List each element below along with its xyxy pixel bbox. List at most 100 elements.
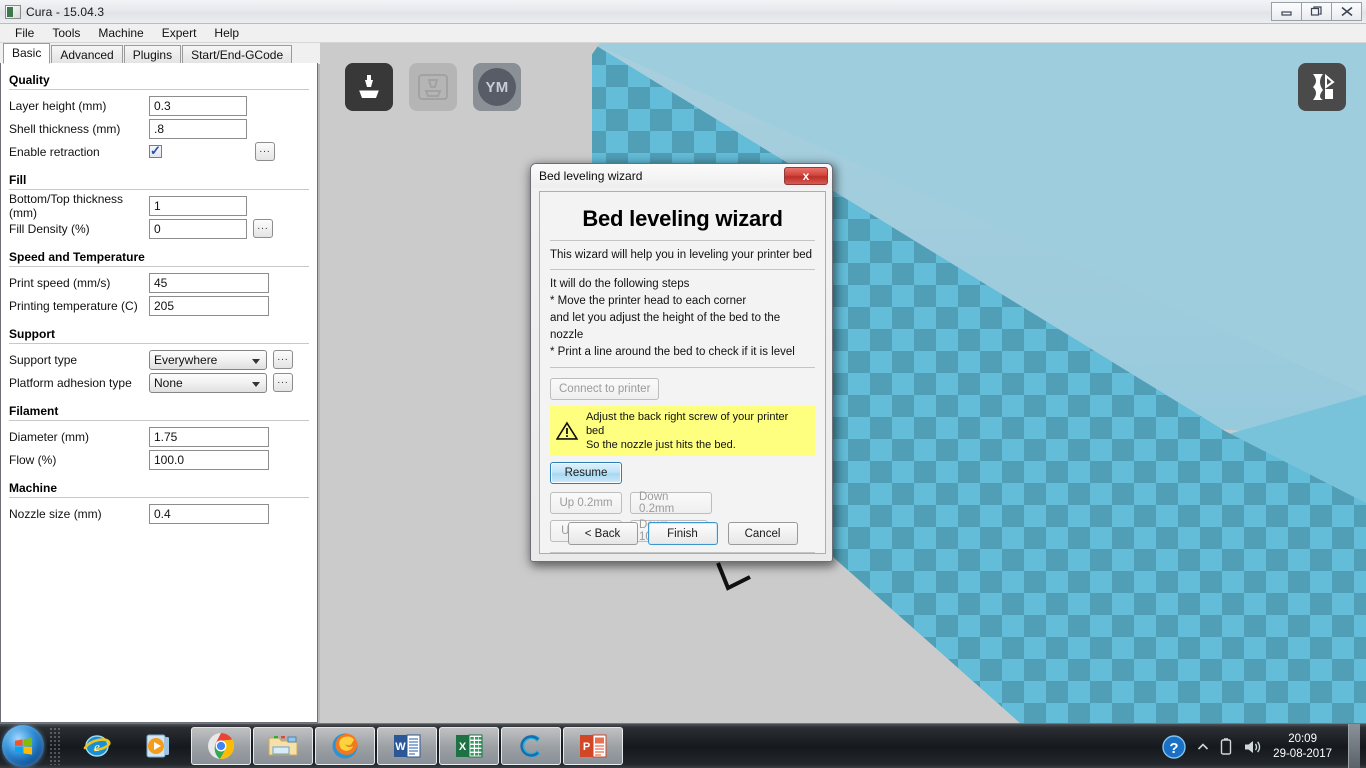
setting-input[interactable]: .8 bbox=[149, 118, 247, 139]
setting-input[interactable]: 1.75 bbox=[149, 426, 269, 447]
setting-label: Layer height (mm) bbox=[9, 98, 107, 113]
menu-expert[interactable]: Expert bbox=[153, 25, 206, 41]
setting-label: Platform adhesion type bbox=[9, 375, 132, 390]
clock[interactable]: 20:09 29-08-2017 bbox=[1273, 732, 1332, 762]
setting-row: Layer height (mm) 0.3 bbox=[9, 94, 309, 117]
svg-text:X: X bbox=[459, 741, 467, 753]
setting-input[interactable]: 45 bbox=[149, 272, 269, 293]
setting-input[interactable]: 100.0 bbox=[149, 449, 269, 470]
divider bbox=[550, 552, 815, 553]
dialog-heading: Bed leveling wizard bbox=[582, 206, 783, 231]
load-model-button[interactable] bbox=[345, 63, 393, 111]
clock-time: 20:09 bbox=[1288, 732, 1317, 745]
internet-explorer-icon: e bbox=[83, 735, 111, 757]
taskbar-mozilla-firefox[interactable] bbox=[315, 727, 375, 765]
setting-label: Shell thickness (mm) bbox=[9, 121, 121, 136]
minimize-button[interactable] bbox=[1271, 2, 1302, 21]
setting-row: Diameter (mm) 1.75 bbox=[9, 425, 309, 448]
dialog-intro: This wizard will help you in leveling yo… bbox=[550, 249, 813, 261]
svg-text:W: W bbox=[395, 741, 406, 753]
finish-button[interactable]: Finish bbox=[647, 522, 718, 545]
clock-date: 29-08-2017 bbox=[1273, 747, 1332, 760]
tab-start-end-gcode[interactable]: Start/End-GCode bbox=[182, 45, 293, 64]
settings-panel: Quality Layer height (mm) 0.3 Shell thickne… bbox=[0, 63, 318, 723]
menu-machine[interactable]: Machine bbox=[89, 25, 152, 41]
volume-icon[interactable] bbox=[1243, 738, 1263, 756]
youmagine-label: YM bbox=[478, 68, 516, 106]
setting-more-button[interactable]: ... bbox=[253, 219, 273, 238]
setting-input[interactable]: 0.3 bbox=[149, 95, 247, 116]
youmagine-button[interactable]: YM bbox=[473, 63, 521, 111]
desktop: Cura - 15.04.3 File Tools Machine Expert… bbox=[0, 0, 1366, 768]
setting-label: Enable retraction bbox=[9, 144, 100, 159]
window-title: Cura - 15.04.3 bbox=[26, 4, 105, 19]
3d-viewport[interactable]: YM bbox=[320, 43, 1366, 723]
battery-icon[interactable] bbox=[1219, 737, 1233, 757]
show-desktop-button[interactable] bbox=[1348, 724, 1360, 768]
taskbar-media-player[interactable] bbox=[129, 727, 189, 765]
divider bbox=[550, 240, 815, 241]
menu-file[interactable]: File bbox=[6, 25, 43, 41]
tab-advanced[interactable]: Advanced bbox=[51, 45, 123, 64]
settings-body: Quality Layer height (mm) 0.3 Shell thickne… bbox=[1, 63, 317, 525]
chevron-down-icon bbox=[252, 381, 260, 387]
settings-tab-strip: Basic Advanced Plugins Start/End-GCode bbox=[0, 43, 320, 64]
chevron-down-icon bbox=[252, 358, 260, 364]
setting-label: Print speed (mm/s) bbox=[9, 275, 111, 290]
tab-basic[interactable]: Basic bbox=[3, 43, 51, 64]
close-button[interactable] bbox=[1331, 2, 1362, 21]
dialog-close-button[interactable]: x bbox=[784, 167, 828, 185]
window-titlebar: Cura - 15.04.3 bbox=[0, 0, 1366, 24]
help-question-icon[interactable]: ? bbox=[1161, 734, 1187, 760]
setting-input[interactable]: 0.4 bbox=[149, 503, 269, 524]
menu-tools[interactable]: Tools bbox=[43, 25, 89, 41]
svg-text:?: ? bbox=[1170, 740, 1179, 757]
connect-to-printer-button[interactable]: Connect to printer bbox=[550, 378, 660, 400]
setting-row: Enable retraction... bbox=[9, 140, 309, 163]
setting-dropdown[interactable]: Everywhere bbox=[149, 349, 267, 370]
taskbar-grip[interactable] bbox=[48, 727, 62, 765]
setting-input[interactable]: 205 bbox=[149, 295, 269, 316]
back-button[interactable]: < Back bbox=[567, 522, 638, 545]
restore-button[interactable] bbox=[1301, 2, 1332, 21]
windows-explorer-icon bbox=[268, 736, 298, 756]
setting-input[interactable]: 1 bbox=[149, 195, 247, 216]
setting-more-button[interactable]: ... bbox=[273, 373, 293, 392]
windows-media-player-icon bbox=[146, 734, 169, 758]
printer-bed-scene bbox=[320, 43, 1366, 723]
setting-more-button[interactable]: ... bbox=[273, 350, 293, 369]
taskbar-windows-explorer[interactable] bbox=[253, 727, 313, 765]
setting-input[interactable]: 0 bbox=[149, 218, 247, 239]
microsoft-excel-icon: X bbox=[456, 734, 483, 758]
dialog-footer: < Back Finish Cancel bbox=[550, 522, 815, 545]
chevron-up-icon[interactable] bbox=[1197, 742, 1209, 752]
load-model-icon bbox=[359, 75, 379, 98]
taskbar-microsoft-excel[interactable]: X bbox=[439, 727, 499, 765]
tab-plugins[interactable]: Plugins bbox=[123, 45, 182, 64]
svg-text:e: e bbox=[94, 739, 100, 754]
cancel-button[interactable]: Cancel bbox=[727, 522, 798, 545]
view-mode-icon bbox=[1313, 73, 1335, 100]
svg-text:P: P bbox=[583, 741, 590, 753]
prepare-print-button[interactable] bbox=[409, 63, 457, 111]
start-button[interactable] bbox=[2, 725, 44, 767]
print-preview-icon bbox=[418, 74, 448, 100]
cura-app-icon bbox=[5, 4, 21, 19]
dialog-steps: It will do the following steps * Move th… bbox=[550, 276, 815, 361]
dialog-titlebar: Bed leveling wizard x bbox=[531, 164, 832, 188]
warning-banner: Adjust the back right screw of your prin… bbox=[550, 406, 815, 456]
setting-dropdown[interactable]: None bbox=[149, 372, 267, 393]
setting-more-button[interactable]: ... bbox=[255, 142, 275, 161]
resume-button[interactable]: Resume bbox=[550, 462, 622, 484]
taskbar-cura[interactable] bbox=[501, 727, 561, 765]
up-02mm-button[interactable]: Up 0.2mm bbox=[550, 492, 622, 514]
taskbar-microsoft-word[interactable]: W bbox=[377, 727, 437, 765]
warning-line-1: Adjust the back right screw of your prin… bbox=[585, 411, 789, 437]
menu-help[interactable]: Help bbox=[205, 25, 248, 41]
taskbar-internet-explorer[interactable]: e bbox=[67, 727, 127, 765]
view-mode-button[interactable] bbox=[1298, 63, 1346, 111]
setting-checkbox[interactable] bbox=[149, 143, 162, 159]
down-02mm-button[interactable]: Down 0.2mm bbox=[630, 491, 712, 515]
taskbar-microsoft-powerpoint[interactable]: P bbox=[563, 727, 623, 765]
taskbar-google-chrome[interactable] bbox=[191, 727, 251, 765]
